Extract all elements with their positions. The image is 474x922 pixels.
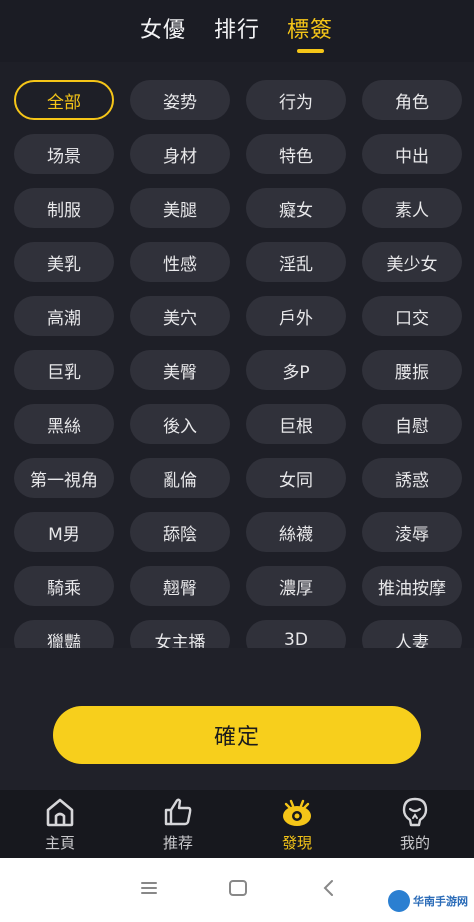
tag-chip[interactable]: 中出	[362, 134, 462, 174]
tab-ranking[interactable]: 排行	[214, 12, 260, 44]
tag-chip[interactable]: 淫乱	[246, 242, 346, 282]
nav-discover-label: 發現	[281, 834, 312, 852]
tag-chip[interactable]: 騎乘	[14, 566, 114, 606]
nav-recommend[interactable]: 推荐	[138, 796, 218, 854]
tag-chip-selected[interactable]: 全部	[14, 80, 114, 120]
tag-chip[interactable]: 腰振	[362, 350, 462, 390]
system-navigation-bar: 华南手游网	[0, 858, 474, 922]
tag-chip[interactable]: 美乳	[14, 242, 114, 282]
tag-chip[interactable]: 翹臀	[130, 566, 230, 606]
tag-chip[interactable]: 姿势	[130, 80, 230, 120]
watermark-icon	[388, 890, 410, 912]
tag-chip[interactable]: 多P	[246, 350, 346, 390]
tag-chip[interactable]: 獵豔	[14, 620, 114, 648]
tag-chip[interactable]: 素人	[362, 188, 462, 228]
home-icon	[46, 798, 74, 827]
watermark-text: 华南手游网	[413, 895, 468, 908]
nav-discover[interactable]: 發現	[257, 796, 337, 854]
tag-chip[interactable]: 人妻	[362, 620, 462, 648]
tag-chip[interactable]: 舔陰	[130, 512, 230, 552]
tag-chip[interactable]: 淩辱	[362, 512, 462, 552]
tag-list-area[interactable]: 全部 姿势 行为 角色场景 身材 特色 中出制服 美腿 癡女 素人美乳 性感 淫乱 美少女高潮 美穴 戶外口…	[0, 62, 474, 648]
tag-chip[interactable]: 濃厚	[246, 566, 346, 606]
eye-icon	[283, 799, 311, 826]
tag-chip[interactable]: 誘惑	[362, 458, 462, 498]
active-tab-indicator	[297, 49, 324, 53]
tag-chip[interactable]: 推油按摩	[362, 566, 462, 606]
tag-chip[interactable]: 身材	[130, 134, 230, 174]
confirm-area: 確定	[0, 648, 474, 790]
watermark-logo: 华南手游网	[388, 888, 468, 914]
top-tab-bar: 女優 排行 標簽	[0, 0, 474, 62]
tag-chip[interactable]: 美臀	[130, 350, 230, 390]
nav-recommend-label: 推荐	[162, 834, 193, 852]
tag-chip[interactable]: 性感	[130, 242, 230, 282]
nav-profile[interactable]: 我的	[375, 796, 455, 854]
tag-chip[interactable]: 戶外	[246, 296, 346, 336]
nav-home[interactable]: 主頁	[20, 796, 100, 854]
tag-chip[interactable]: 黑絲	[14, 404, 114, 444]
tag-chip[interactable]: 美腿	[130, 188, 230, 228]
home-button-icon[interactable]	[228, 878, 248, 898]
bottom-nav: 主頁 推荐 發現 我的	[0, 790, 474, 858]
tag-chip[interactable]: 癡女	[246, 188, 346, 228]
tag-chip[interactable]: 场景	[14, 134, 114, 174]
tab-actresses[interactable]: 女優	[140, 12, 186, 44]
tag-chip[interactable]: 制服	[14, 188, 114, 228]
tag-chip[interactable]: 女主播	[130, 620, 230, 648]
menu-icon[interactable]	[140, 878, 158, 898]
tag-chip[interactable]: 巨根	[246, 404, 346, 444]
tag-chip[interactable]: 美少女	[362, 242, 462, 282]
tag-chip[interactable]: 亂倫	[130, 458, 230, 498]
tag-chip[interactable]: 女同	[246, 458, 346, 498]
tag-chip[interactable]: 行为	[246, 80, 346, 120]
thumbs-up-icon	[164, 798, 192, 826]
tag-chip[interactable]: 後入	[130, 404, 230, 444]
back-icon[interactable]	[320, 878, 336, 898]
tag-chip[interactable]: 第一視角	[14, 458, 114, 498]
nav-home-label: 主頁	[44, 834, 75, 852]
nav-profile-label: 我的	[399, 834, 430, 852]
tab-tags[interactable]: 標簽	[287, 12, 333, 44]
tag-chip[interactable]: 高潮	[14, 296, 114, 336]
tag-chip[interactable]: M男	[14, 512, 114, 552]
confirm-button[interactable]: 確定	[53, 706, 421, 764]
tag-chip[interactable]: 巨乳	[14, 350, 114, 390]
tag-chip[interactable]: 3D	[246, 620, 346, 648]
tag-chip[interactable]: 口交	[362, 296, 462, 336]
tag-chip[interactable]: 美穴	[130, 296, 230, 336]
profile-icon	[402, 797, 428, 827]
tag-chip[interactable]: 角色	[362, 80, 462, 120]
tag-grid: 全部 姿势 行为 角色场景 身材 特色 中出制服 美腿 癡女 素人美乳 性感 淫乱 美少女高潮 美穴 戶外口…	[14, 80, 463, 648]
tag-chip[interactable]: 絲襪	[246, 512, 346, 552]
tag-chip[interactable]: 自慰	[362, 404, 462, 444]
tag-chip[interactable]: 特色	[246, 134, 346, 174]
